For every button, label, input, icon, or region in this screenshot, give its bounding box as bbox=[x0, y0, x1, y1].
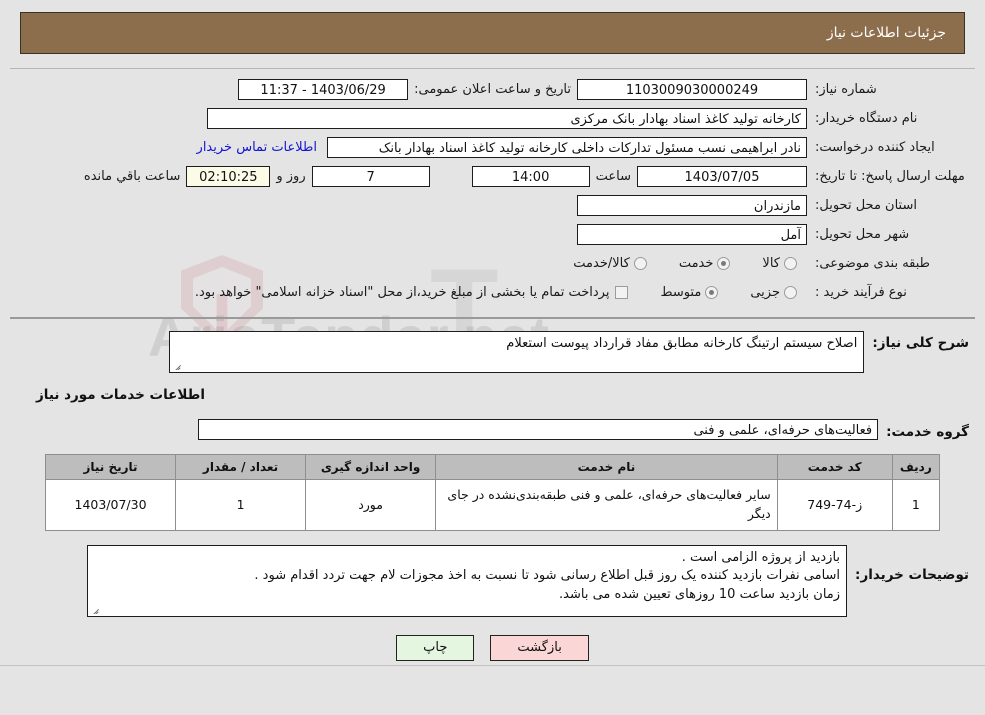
row-province: استان محل تحویل: مازندران bbox=[10, 191, 975, 220]
resize-grip-icon[interactable] bbox=[91, 605, 100, 614]
radio-category-khedmat-label: خدمت bbox=[678, 256, 714, 271]
th-service-code: کد خدمت bbox=[776, 454, 893, 480]
cell-unit: مورد bbox=[305, 479, 437, 531]
cell-service-name: سایر فعالیت‌های حرفه‌ای، علمی و فنی طبقه… bbox=[435, 479, 778, 531]
radio-process-motevaset-label: متوسط bbox=[660, 285, 702, 300]
buyer-notes-line-2: اسامی نفرات بازدید کننده یک روز قبل اطلا… bbox=[254, 568, 841, 584]
remaining-hours-label: ساعت باقي مانده bbox=[83, 169, 181, 184]
need-description-textarea[interactable]: اصلاح سیستم ارتینگ کارخانه مطابق مفاد قر… bbox=[169, 331, 865, 373]
hour-label: ساعت bbox=[595, 169, 631, 184]
countdown-timer: 02:10:25 bbox=[186, 166, 271, 187]
service-group-label: گروه خدمت: bbox=[886, 423, 969, 440]
row-category: طبقه بندی موضوعی: کالا خدمت کالا/خدمت bbox=[10, 249, 975, 278]
th-service-name: نام خدمت bbox=[435, 454, 778, 480]
row-service-group: گروه خدمت: فعالیت‌های حرفه‌ای، علمی و فن… bbox=[10, 419, 975, 440]
row-deadline: مهلت ارسال پاسخ: تا تاریخ: 1403/07/05 سا… bbox=[10, 162, 975, 191]
process-label: نوع فرآیند خرید : bbox=[815, 285, 907, 300]
radio-process-jozei[interactable] bbox=[784, 286, 797, 299]
row-city: شهر محل تحویل: آمل bbox=[10, 220, 975, 249]
province-label: استان محل تحویل: bbox=[815, 198, 917, 213]
city-label: شهر محل تحویل: bbox=[815, 227, 910, 242]
row-request-creator: ایجاد کننده درخواست: نادر ابراهیمی نسب م… bbox=[10, 133, 975, 162]
need-description-label: شرح کلی نیاز: bbox=[872, 335, 969, 351]
creator-label: ایجاد کننده درخواست: bbox=[815, 140, 935, 155]
treasury-payment-note: پرداخت تمام یا بخشی از مبلغ خرید،از محل … bbox=[194, 285, 610, 300]
table-header-row: ردیف کد خدمت نام خدمت واحد اندازه گیری ت… bbox=[44, 454, 941, 480]
cell-need-date: 1403/07/30 bbox=[44, 479, 177, 531]
need-number-value: 1103009030000249 bbox=[577, 79, 807, 100]
buyer-notes-line-1: بازدید از پروژه الزامی است . bbox=[681, 549, 841, 565]
services-section-title: اطلاعات خدمات مورد نیاز bbox=[35, 387, 205, 403]
radio-category-kala[interactable] bbox=[784, 257, 797, 270]
page-root: جزئیات اطلاعات نیاز شماره نیاز: 11030090… bbox=[0, 12, 985, 666]
row-need-description: شرح کلی نیاز: اصلاح سیستم ارتینگ کارخانه… bbox=[10, 331, 975, 373]
cell-service-code: ز-74-749 bbox=[776, 479, 893, 531]
buyer-org-label: نام دستگاه خریدار: bbox=[815, 111, 918, 126]
buyer-notes-textarea[interactable]: بازدید از پروژه الزامی است . اسامی نفرات… bbox=[87, 544, 848, 617]
need-description-value: اصلاح سیستم ارتینگ کارخانه مطابق مفاد قر… bbox=[506, 336, 858, 351]
radio-category-kala-khedmat-label: کالا/خدمت bbox=[573, 256, 630, 271]
radio-category-khedmat[interactable] bbox=[717, 257, 731, 270]
page-title: جزئیات اطلاعات نیاز bbox=[826, 25, 946, 41]
row-buyer-org: نام دستگاه خریدار: کارخانه تولید کاغذ اس… bbox=[10, 104, 975, 133]
buyer-org-value: کارخانه تولید کاغذ اسناد بهادار بانک مرک… bbox=[207, 108, 807, 129]
city-value: آمل bbox=[577, 224, 807, 245]
page-header: جزئیات اطلاعات نیاز bbox=[20, 12, 965, 54]
cell-radif: 1 bbox=[891, 479, 941, 531]
th-unit: واحد اندازه گیری bbox=[305, 454, 437, 480]
radio-process-motevaset[interactable] bbox=[705, 286, 719, 299]
announce-label: تاریخ و ساعت اعلان عمومی: bbox=[414, 82, 571, 97]
radio-process-jozei-label: جزیی bbox=[750, 285, 780, 300]
back-button[interactable]: بازگشت bbox=[490, 634, 589, 661]
th-radif: ردیف bbox=[891, 454, 941, 480]
need-number-label: شماره نیاز: bbox=[815, 82, 877, 97]
checkbox-treasury-payment[interactable] bbox=[615, 286, 629, 299]
radio-category-kala-label: کالا bbox=[762, 256, 780, 271]
need-info-panel: شماره نیاز: 1103009030000249 تاریخ و ساع… bbox=[10, 68, 975, 319]
creator-value: نادر ابراهیمی نسب مسئول تدارکات داخلی کا… bbox=[327, 137, 807, 158]
footer-divider bbox=[0, 664, 985, 666]
remaining-days-value: 7 bbox=[311, 166, 430, 187]
footer-actions: بازگشت چاپ bbox=[0, 634, 985, 661]
buyer-notes-line-3: زمان بازدید ساعت 10 روزهای تعیین شده می … bbox=[559, 587, 841, 603]
row-buyer-notes: توضیحات خریدار: بازدید از پروژه الزامی ا… bbox=[0, 544, 985, 617]
radio-category-kala-khedmat[interactable] bbox=[633, 257, 647, 270]
deadline-label: مهلت ارسال پاسخ: تا تاریخ: bbox=[815, 169, 965, 184]
print-button[interactable]: چاپ bbox=[396, 634, 475, 661]
deadline-time-value: 14:00 bbox=[471, 166, 590, 187]
province-value: مازندران bbox=[577, 195, 807, 216]
table-row: 1 ز-74-749 سایر فعالیت‌های حرفه‌ای، علمی… bbox=[44, 479, 941, 531]
cell-quantity: 1 bbox=[175, 479, 307, 531]
buyer-notes-label: توضیحات خریدار: bbox=[855, 566, 969, 583]
announce-value: 1403/06/29 - 11:37 bbox=[238, 79, 409, 100]
items-table: ردیف کد خدمت نام خدمت واحد اندازه گیری ت… bbox=[44, 454, 941, 531]
row-need-number: شماره نیاز: 1103009030000249 تاریخ و ساع… bbox=[10, 75, 975, 104]
deadline-date-value: 1403/07/05 bbox=[637, 166, 807, 187]
row-purchase-process: نوع فرآیند خرید : جزیی متوسط پرداخت تمام… bbox=[10, 278, 975, 307]
category-label: طبقه بندی موضوعی: bbox=[815, 256, 931, 271]
items-table-wrapper: ردیف کد خدمت نام خدمت واحد اندازه گیری ت… bbox=[0, 454, 985, 531]
need-details-section: شرح کلی نیاز: اصلاح سیستم ارتینگ کارخانه… bbox=[0, 331, 985, 440]
resize-grip-icon[interactable] bbox=[173, 361, 182, 370]
days-label: روز و bbox=[276, 169, 306, 184]
buyer-contact-link[interactable]: اطلاعات تماس خریدار bbox=[187, 140, 327, 155]
th-need-date: تاریخ نیاز bbox=[44, 454, 177, 480]
service-group-value: فعالیت‌های حرفه‌ای، علمی و فنی bbox=[198, 419, 879, 440]
th-quantity: تعداد / مقدار bbox=[175, 454, 307, 480]
